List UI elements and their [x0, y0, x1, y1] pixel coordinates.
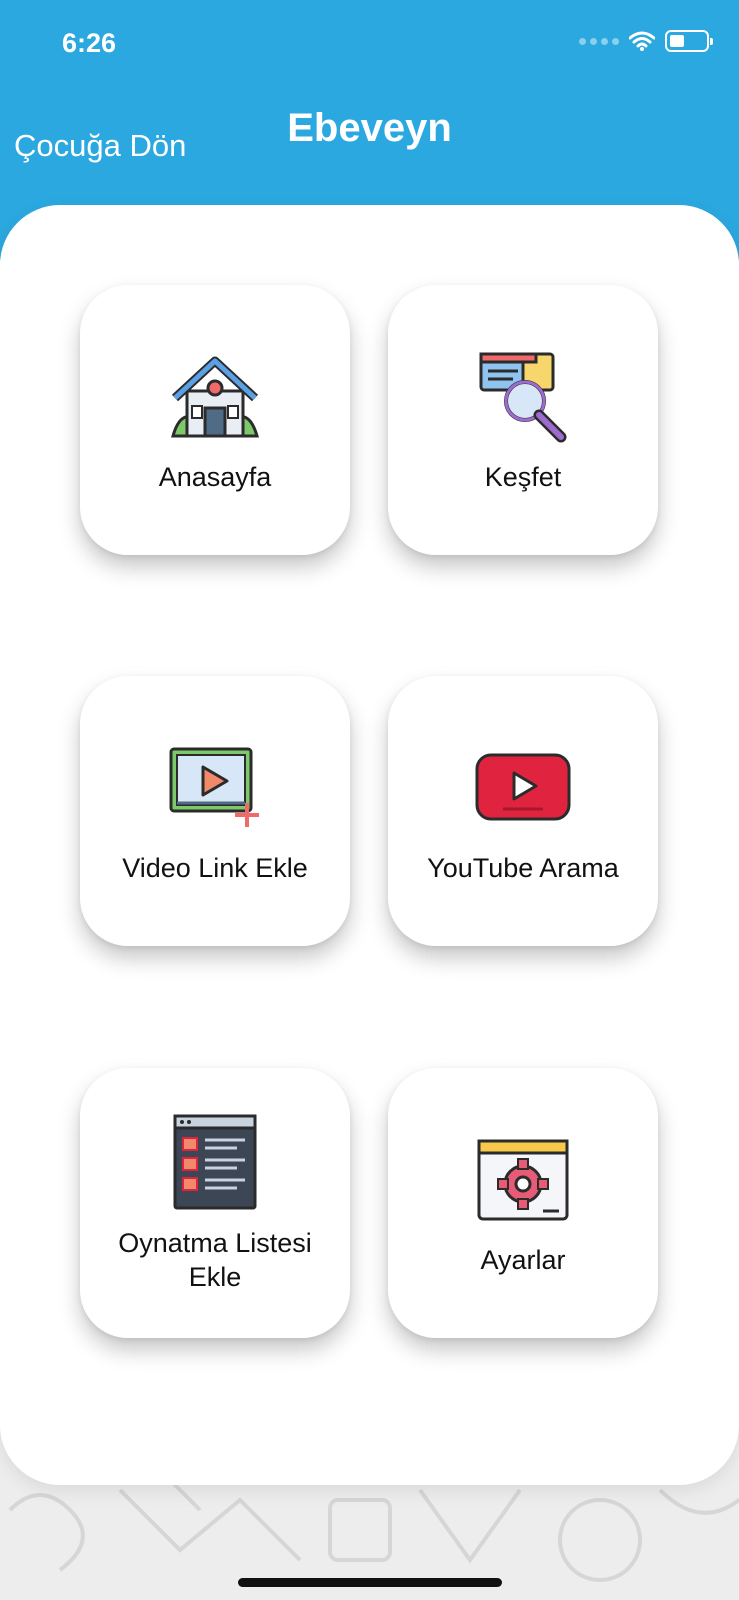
battery-icon [665, 30, 713, 52]
status-time: 6:26 [62, 28, 117, 58]
playlist-icon [173, 1114, 257, 1210]
menu-tile-add-playlist[interactable]: Oynatma Listesi Ekle [80, 1068, 350, 1338]
menu-tile-home[interactable]: Anasayfa [80, 285, 350, 555]
home-indicator[interactable] [238, 1578, 502, 1587]
wifi-icon [629, 31, 655, 51]
youtube-icon [475, 753, 571, 821]
menu-tile-label: Keşfet [484, 462, 562, 492]
add-video-link-icon [169, 747, 259, 827]
menu-tile-add-video-link[interactable]: Video Link Ekle [80, 676, 350, 946]
menu-tile-youtube-search[interactable]: YouTube Arama [388, 676, 658, 946]
home-icon [171, 356, 259, 438]
menu-tile-label: Anasayfa [158, 462, 272, 492]
cellular-signal-icon [579, 37, 619, 45]
menu-tile-discover[interactable]: Keşfet [388, 285, 658, 555]
settings-gear-icon [477, 1139, 569, 1221]
menu-tile-settings[interactable]: Ayarlar [388, 1068, 658, 1338]
page-title: Ebeveyn [287, 106, 452, 150]
menu-tile-label: YouTube Arama [427, 853, 619, 883]
discover-search-icon [479, 352, 567, 443]
menu-tile-label: Video Link Ekle [122, 853, 308, 883]
status-icons [579, 30, 713, 52]
menu-tile-label: Ayarlar [480, 1245, 566, 1275]
menu-tile-label: Oynatma Listesi Ekle [118, 1228, 312, 1292]
